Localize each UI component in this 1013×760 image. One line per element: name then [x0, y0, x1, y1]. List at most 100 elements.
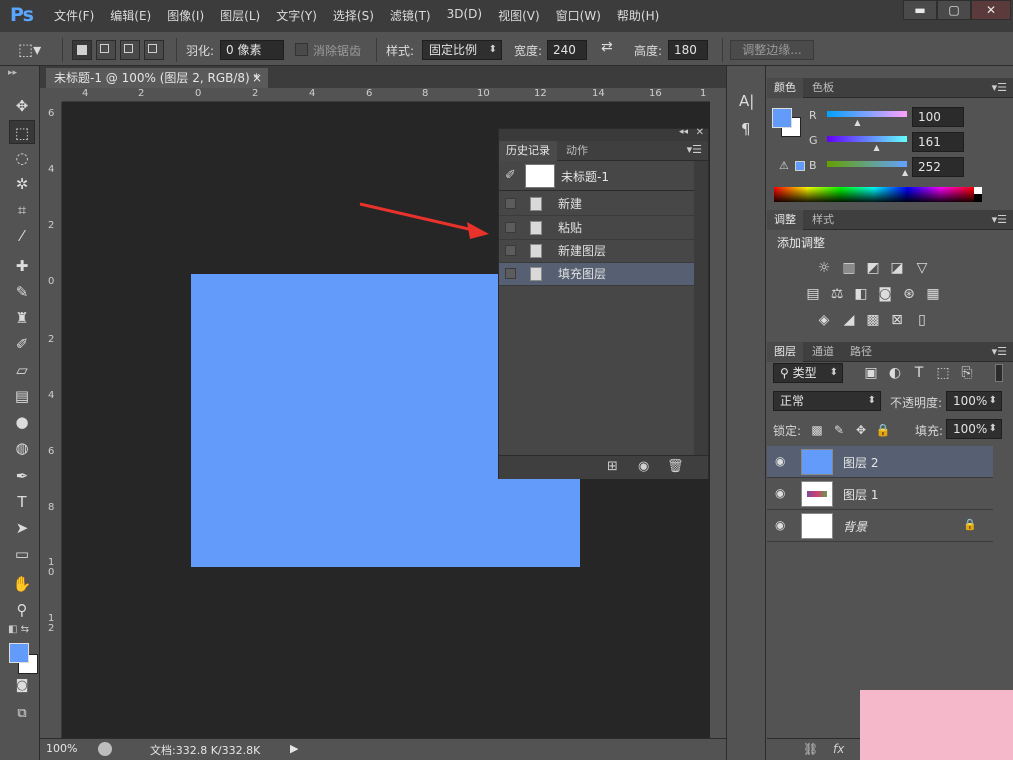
green-slider[interactable] [827, 136, 907, 142]
red-value-input[interactable]: 100 [912, 107, 964, 127]
screen-mode-icon[interactable]: ⧉ [9, 702, 35, 726]
default-colors-icon[interactable]: ◧ ⇆ [8, 624, 29, 635]
curves-icon[interactable]: ◩ [863, 258, 883, 278]
color-spectrum-bar[interactable] [774, 187, 982, 202]
color-balance-icon[interactable]: ⚖ [827, 284, 847, 304]
levels-icon[interactable]: ▥ [839, 258, 859, 278]
brightness-icon[interactable]: ☼ [814, 258, 834, 278]
red-slider-thumb[interactable]: ▲ [854, 118, 860, 127]
character-panel-icon[interactable]: A| [739, 92, 754, 110]
intersect-selection-icon[interactable] [144, 40, 164, 60]
history-item[interactable]: 新建 [499, 193, 694, 216]
marquee-tool-icon[interactable]: ⬚ [9, 120, 35, 144]
layers-scrollbar[interactable] [993, 446, 1013, 730]
blue-slider-thumb[interactable]: ▲ [902, 168, 908, 177]
status-share-icon[interactable] [98, 742, 112, 756]
minimize-button[interactable]: ▬ [903, 0, 937, 20]
posterize-icon[interactable]: ◢ [839, 310, 859, 330]
history-panel-titlebar[interactable]: ◂◂ ✕ [499, 127, 708, 141]
status-menu-arrow-icon[interactable]: ▶ [290, 742, 298, 755]
type-tool-icon[interactable]: T [9, 490, 35, 514]
blue-value-input[interactable]: 252 [912, 157, 964, 177]
tab-actions[interactable]: 动作 [559, 141, 595, 161]
path-select-tool-icon[interactable]: ➤ [9, 516, 35, 540]
filter-toggle[interactable] [995, 364, 1003, 382]
green-value-input[interactable]: 161 [912, 132, 964, 152]
filter-smart-object-icon[interactable]: ⎘ [957, 363, 977, 383]
brush-tool-icon[interactable]: ✎ [9, 280, 35, 304]
stamp-tool-icon[interactable]: ♜ [9, 306, 35, 330]
close-button[interactable]: ✕ [971, 0, 1011, 20]
collapse-panel-icon[interactable]: ◂◂ [679, 127, 688, 137]
history-brush-tool-icon[interactable]: ✐ [9, 332, 35, 356]
lock-transparency-icon[interactable]: ▩ [807, 420, 827, 440]
black-white-icon[interactable]: ◧ [851, 284, 871, 304]
quick-mask-icon[interactable]: ◙ [9, 674, 35, 698]
blue-slider[interactable] [827, 161, 907, 167]
panel-menu-icon[interactable]: ▾☰ [992, 81, 1007, 94]
history-item-checkbox[interactable] [505, 245, 516, 256]
menu-type[interactable]: 文字(Y) [268, 7, 325, 24]
width-input[interactable]: 240 [547, 40, 587, 60]
history-item[interactable]: 新建图层 [499, 240, 694, 263]
zoom-level[interactable]: 100% [46, 742, 77, 758]
shape-tool-icon[interactable]: ▭ [9, 542, 35, 566]
refine-edge-button[interactable]: 调整边缘... [730, 40, 814, 60]
history-brush-source-icon[interactable]: ✐ [505, 168, 516, 183]
add-selection-icon[interactable] [96, 40, 116, 60]
filter-shape-icon[interactable]: ⬚ [933, 363, 953, 383]
crop-tool-icon[interactable]: ⌗ [9, 198, 35, 222]
antialias-checkbox[interactable] [295, 43, 308, 56]
menu-file[interactable]: 文件(F) [46, 7, 102, 24]
tab-paths[interactable]: 路径 [843, 342, 879, 362]
history-item-checkbox[interactable] [505, 268, 516, 279]
gradient-map-icon[interactable]: ▯ [912, 310, 932, 330]
tab-history[interactable]: 历史记录 [499, 141, 557, 161]
marquee-preset-icon[interactable]: ⬚▾ [18, 40, 52, 60]
new-selection-icon[interactable] [72, 40, 92, 60]
menu-help[interactable]: 帮助(H) [609, 7, 667, 24]
tab-adjustments[interactable]: 调整 [767, 210, 803, 230]
history-item[interactable]: 粘贴 [499, 217, 694, 240]
layer-row[interactable]: ◉ 背景 🔒 [767, 510, 993, 542]
menu-3d[interactable]: 3D(D) [439, 7, 490, 24]
feather-input[interactable]: 0 像素 [220, 40, 284, 60]
threshold-icon[interactable]: ▩ [863, 310, 883, 330]
menu-image[interactable]: 图像(I) [159, 7, 212, 24]
selective-color-icon[interactable]: ⊠ [887, 310, 907, 330]
hue-saturation-icon[interactable]: ▤ [803, 284, 823, 304]
ruler-origin[interactable] [46, 88, 62, 102]
healing-brush-tool-icon[interactable]: ✚ [9, 254, 35, 278]
foreground-color-swatch[interactable] [9, 643, 29, 663]
paragraph-panel-icon[interactable]: ¶ [741, 120, 751, 138]
height-input[interactable]: 180 [668, 40, 708, 60]
filter-adjustment-icon[interactable]: ◐ [885, 363, 905, 383]
color-fg-swatch[interactable] [772, 108, 792, 128]
history-scrollbar[interactable] [694, 161, 708, 455]
close-panel-icon[interactable]: ✕ [696, 127, 704, 138]
document-tab[interactable]: 未标题-1 @ 100% (图层 2, RGB/8) * × [46, 68, 268, 88]
layer-row[interactable]: ◉ 图层 2 [767, 446, 993, 478]
tab-color[interactable]: 颜色 [767, 78, 803, 98]
panel-menu-icon[interactable]: ▾☰ [992, 345, 1007, 358]
closest-color-swatch[interactable] [795, 161, 805, 171]
layer-row[interactable]: ◉ 图层 1 [767, 478, 993, 510]
lock-position-icon[interactable]: ✥ [851, 420, 871, 440]
trash-icon[interactable]: 🗑 [667, 459, 684, 474]
gradient-tool-icon[interactable]: ▤ [9, 384, 35, 408]
menu-layer[interactable]: 图层(L) [212, 7, 268, 24]
invert-icon[interactable]: ◈ [814, 310, 834, 330]
pen-tool-icon[interactable]: ✒ [9, 464, 35, 488]
tab-channels[interactable]: 通道 [805, 342, 841, 362]
new-document-from-state-icon[interactable]: ⊞ [607, 459, 618, 474]
layer-style-icon[interactable]: fx [833, 742, 844, 756]
lock-all-icon[interactable]: 🔒 [873, 420, 893, 440]
camera-snapshot-icon[interactable]: ◉ [638, 459, 649, 474]
channel-mixer-icon[interactable]: ⊛ [899, 284, 919, 304]
green-slider-thumb[interactable]: ▲ [874, 143, 880, 152]
red-slider[interactable] [827, 111, 907, 117]
menu-view[interactable]: 视图(V) [490, 7, 548, 24]
opacity-input[interactable]: 100% [946, 391, 1002, 411]
history-snapshot[interactable]: ✐ 未标题-1 [499, 161, 694, 191]
filter-pixel-icon[interactable]: ▣ [861, 363, 881, 383]
